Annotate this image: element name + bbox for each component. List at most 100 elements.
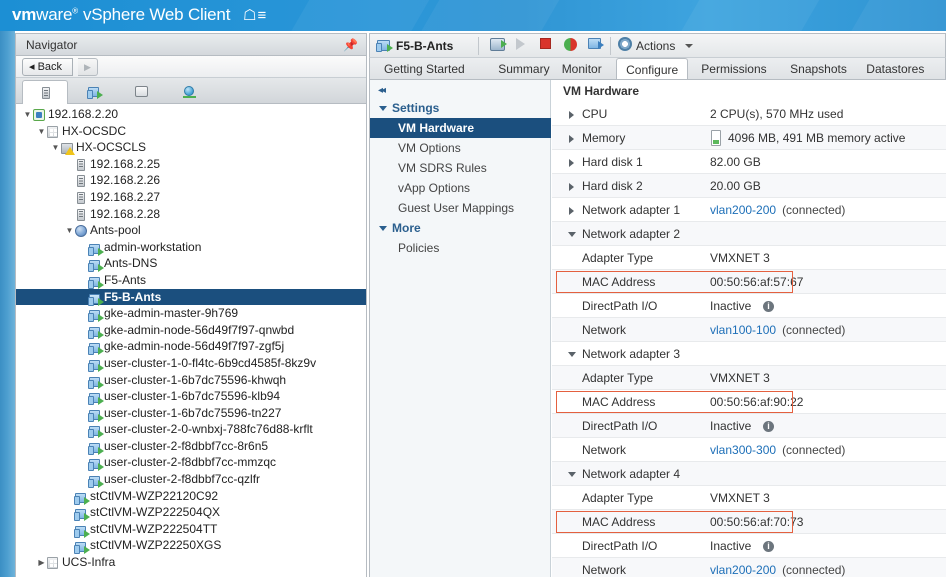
hardware-row-adapter-type[interactable]: Adapter Type VMXNET 3 (552, 366, 946, 390)
home-and-menu-group[interactable]: ☖≡ (243, 6, 267, 24)
tree-item-ucs-infra[interactable]: ▶ UCS-Infra (16, 554, 366, 571)
tree-twisty-icon[interactable]: ▶ (36, 555, 47, 572)
inventory-tree[interactable]: ▼ 192.168.2.20 ▼ HX-OCSDC ▼ HX-OCSCLS 192.168.… (16, 104, 366, 577)
forward-button[interactable]: ▶ (78, 58, 98, 76)
tree-item-user-cluster-1-6b7dc75596-tn227[interactable]: user-cluster-1-6b7dc75596-tn227 (16, 405, 366, 422)
hardware-row-network[interactable]: Network vlan300-300 (connected) (552, 438, 946, 462)
network-link[interactable]: vlan300-300 (710, 443, 776, 457)
migrate-button[interactable] (588, 38, 605, 54)
hardware-row-directpath-i-o[interactable]: DirectPath I/O Inactive i (552, 294, 946, 318)
settings-item-vm-options[interactable]: VM Options (370, 138, 551, 158)
tree-item-gke-admin-node-56d49f7f97-zgf5j[interactable]: gke-admin-node-56d49f7f97-zgf5j (16, 338, 366, 356)
tree-item-gke-admin-master-9h769[interactable]: gke-admin-master-9h769 (16, 305, 366, 323)
pin-icon[interactable]: 📌 (343, 38, 358, 52)
tree-item-user-cluster-1-6b7dc75596-khwqh[interactable]: user-cluster-1-6b7dc75596-khwqh (16, 372, 366, 389)
tree-item-192-168-2-26[interactable]: 192.168.2.26 (16, 172, 366, 189)
actions-menu-button[interactable]: Actions (636, 39, 675, 53)
gear-icon[interactable] (618, 37, 632, 55)
tree-item-stctlvm-wzp22120c92[interactable]: stCtlVM-WZP22120C92 (16, 488, 366, 505)
network-link[interactable]: vlan200-200 (710, 203, 776, 217)
hardware-row-mac-address[interactable]: MAC Address 00:50:56:af:57:67 (552, 270, 946, 294)
settings-item-vm-hardware[interactable]: VM Hardware (370, 118, 551, 138)
sidebar-tab-storage[interactable] (118, 80, 164, 105)
tree-item-192-168-2-25[interactable]: 192.168.2.25 (16, 156, 366, 173)
sidebar-tab-hosts-and-clusters[interactable] (22, 80, 68, 105)
settings-group-more[interactable]: More (370, 218, 551, 238)
connection-state: (connected) (782, 203, 846, 217)
tab-monitor[interactable]: Monitor (553, 58, 611, 79)
hardware-row-adapter-type[interactable]: Adapter Type VMXNET 3 (552, 486, 946, 510)
hardware-row-network[interactable]: Network vlan200-200 (connected) (552, 558, 946, 577)
back-button[interactable]: ◂ Back (22, 58, 74, 76)
settings-list[interactable]: Settings VM Hardware VM Options VM SDRS Rul… (370, 98, 551, 258)
tab-permissions[interactable]: Permissions (692, 58, 775, 79)
chevron-down-icon[interactable] (685, 44, 693, 48)
tree-item-192-168-2-20[interactable]: ▼ 192.168.2.20 (16, 106, 366, 123)
hardware-row-directpath-i-o[interactable]: DirectPath I/O Inactive i (552, 414, 946, 438)
home-icon[interactable]: ☖ (243, 7, 257, 24)
tree-twisty-icon[interactable]: ▼ (22, 107, 33, 124)
chevron-down-icon[interactable] (379, 106, 387, 111)
tree-twisty-icon[interactable]: ▼ (64, 223, 75, 240)
tree-item-192-168-2-28[interactable]: 192.168.2.28 (16, 206, 366, 223)
hardware-row-memory[interactable]: Memory 4096 MB, 491 MB memory active (552, 126, 946, 150)
tab-networks[interactable]: Networks (940, 58, 945, 79)
hardware-row-hard-disk-2[interactable]: Hard disk 2 20.00 GB (552, 174, 946, 198)
info-icon[interactable]: i (763, 421, 774, 432)
hardware-row-network-adapter-3[interactable]: Network adapter 3 (552, 342, 946, 366)
tree-twisty-icon[interactable]: ▼ (36, 124, 47, 141)
tree-item-user-cluster-2-f8dbbf7cc-8r6n5[interactable]: user-cluster-2-f8dbbf7cc-8r6n5 (16, 438, 366, 455)
hardware-row-network-adapter-2[interactable]: Network adapter 2 (552, 222, 946, 246)
settings-item-vapp-options[interactable]: vApp Options (370, 178, 551, 198)
settings-item-policies[interactable]: Policies (370, 238, 551, 258)
hardware-row-network[interactable]: Network vlan100-100 (connected) (552, 318, 946, 342)
chevron-down-icon[interactable] (379, 226, 387, 231)
hardware-row-directpath-i-o[interactable]: DirectPath I/O Inactive i (552, 534, 946, 558)
tree-item-ants-pool[interactable]: ▼ Ants-pool (16, 222, 366, 239)
hardware-row-mac-address[interactable]: MAC Address 00:50:56:af:70:73 (552, 510, 946, 534)
tab-datastores[interactable]: Datastores (857, 58, 933, 79)
tab-summary[interactable]: Summary (489, 58, 558, 79)
sidebar-tab-vms-and-templates[interactable] (70, 80, 116, 105)
settings-group-settings[interactable]: Settings (370, 98, 551, 118)
collapse-left-icon[interactable]: ◂◂ (378, 85, 386, 96)
tree-item-stctlvm-wzp222504qx[interactable]: stCtlVM-WZP222504QX (16, 504, 366, 522)
tree-item-ants-dns[interactable]: Ants-DNS (16, 255, 366, 273)
hardware-row-cpu[interactable]: CPU 2 CPU(s), 570 MHz used (552, 102, 946, 126)
tree-item-stctlvm-wzp222504tt[interactable]: stCtlVM-WZP222504TT (16, 521, 366, 538)
tree-item-user-cluster-2-f8dbbf7cc-qzlfr[interactable]: user-cluster-2-f8dbbf7cc-qzlfr (16, 471, 366, 489)
tree-item-user-cluster-2-0-wnbxj-788fc76d88-krflt[interactable]: user-cluster-2-0-wnbxj-788fc76d88-krflt (16, 421, 366, 439)
hardware-row-adapter-type[interactable]: Adapter Type VMXNET 3 (552, 246, 946, 270)
tree-item-f5-ants[interactable]: F5-Ants (16, 272, 366, 289)
tree-item-gke-admin-node-56d49f7f97-qnwbd[interactable]: gke-admin-node-56d49f7f97-qnwbd (16, 322, 366, 339)
info-icon[interactable]: i (763, 301, 774, 312)
tree-item-hx-ocscls[interactable]: ▼ HX-OCSCLS (16, 139, 366, 156)
hardware-row-network-adapter-4[interactable]: Network adapter 4 (552, 462, 946, 486)
tree-item-user-cluster-1-6b7dc75596-klb94[interactable]: user-cluster-1-6b7dc75596-klb94 (16, 388, 366, 406)
tree-item-hx-ocsdc[interactable]: ▼ HX-OCSDC (16, 123, 366, 140)
hamburger-menu-icon[interactable]: ≡ (257, 7, 267, 24)
tree-item-f5-b-ants[interactable]: F5-B-Ants (16, 288, 366, 306)
network-link[interactable]: vlan200-200 (710, 563, 776, 577)
tree-item-user-cluster-2-f8dbbf7cc-mmzqc[interactable]: user-cluster-2-f8dbbf7cc-mmzqc (16, 454, 366, 472)
tree-item-192-168-2-27[interactable]: 192.168.2.27 (16, 189, 366, 206)
power-on-button[interactable] (516, 38, 533, 54)
tab-configure[interactable]: Configure (616, 58, 689, 79)
tree-twisty-icon[interactable]: ▼ (50, 140, 61, 157)
tree-item-admin-workstation[interactable]: admin-workstation (16, 239, 366, 256)
hardware-row-mac-address[interactable]: MAC Address 00:50:56:af:90:22 (552, 390, 946, 414)
settings-item-vm-sdrs-rules[interactable]: VM SDRS Rules (370, 158, 551, 178)
restart-button[interactable] (564, 38, 581, 54)
network-link[interactable]: vlan100-100 (710, 323, 776, 337)
settings-item-guest-user-mappings[interactable]: Guest User Mappings (370, 198, 551, 218)
shut-down-button[interactable] (540, 38, 557, 54)
open-console-button[interactable] (490, 38, 507, 54)
tab-getting-started[interactable]: Getting Started (375, 58, 474, 79)
info-icon[interactable]: i (763, 541, 774, 552)
hardware-row-hard-disk-1[interactable]: Hard disk 1 82.00 GB (552, 150, 946, 174)
sidebar-tab-networking[interactable] (166, 80, 212, 105)
tab-snapshots[interactable]: Snapshots (781, 58, 856, 79)
tree-item-stctlvm-wzp22250xgs[interactable]: stCtlVM-WZP22250XGS (16, 537, 366, 555)
hardware-row-network-adapter-1[interactable]: Network adapter 1 vlan200-200 (connected) (552, 198, 946, 222)
tree-item-user-cluster-1-0-fl4tc-6b9cd4585f-8kz9v[interactable]: user-cluster-1-0-fl4tc-6b9cd4585f-8kz9v (16, 355, 366, 372)
